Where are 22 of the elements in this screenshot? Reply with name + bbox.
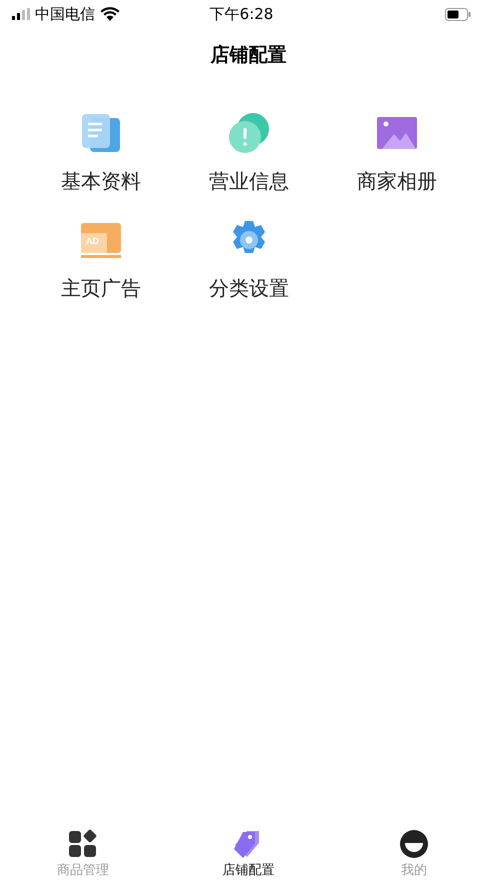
- grid-icon: [68, 829, 98, 859]
- avatar-icon: [399, 829, 430, 859]
- menu-item[interactable]: 营业信息: [175, 112, 323, 195]
- menu-label: 主页广告: [61, 275, 141, 302]
- menu-item[interactable]: 基本资料: [27, 112, 175, 195]
- page-title: 店铺配置: [210, 44, 286, 66]
- carrier-name: 中国电信: [35, 4, 95, 24]
- menu-label: 基本资料: [61, 168, 141, 195]
- menu-item[interactable]: AD 主页广告: [27, 219, 175, 302]
- tab[interactable]: 店铺配置: [166, 821, 332, 883]
- ad-label: AD: [86, 236, 99, 246]
- menu-item[interactable]: 分类设置: [175, 219, 323, 302]
- menu-label: 商家相册: [357, 168, 437, 195]
- menu-label: 分类设置: [209, 275, 289, 302]
- menu-item[interactable]: 商家相册: [323, 112, 471, 195]
- wifi-icon: [100, 7, 120, 21]
- signal-icon: [12, 8, 30, 20]
- battery-icon: [445, 8, 471, 20]
- status-time: 下午6:28: [210, 4, 274, 22]
- document-icon: [80, 112, 122, 154]
- alert-icon: [228, 112, 270, 154]
- menu-label: 营业信息: [209, 168, 289, 195]
